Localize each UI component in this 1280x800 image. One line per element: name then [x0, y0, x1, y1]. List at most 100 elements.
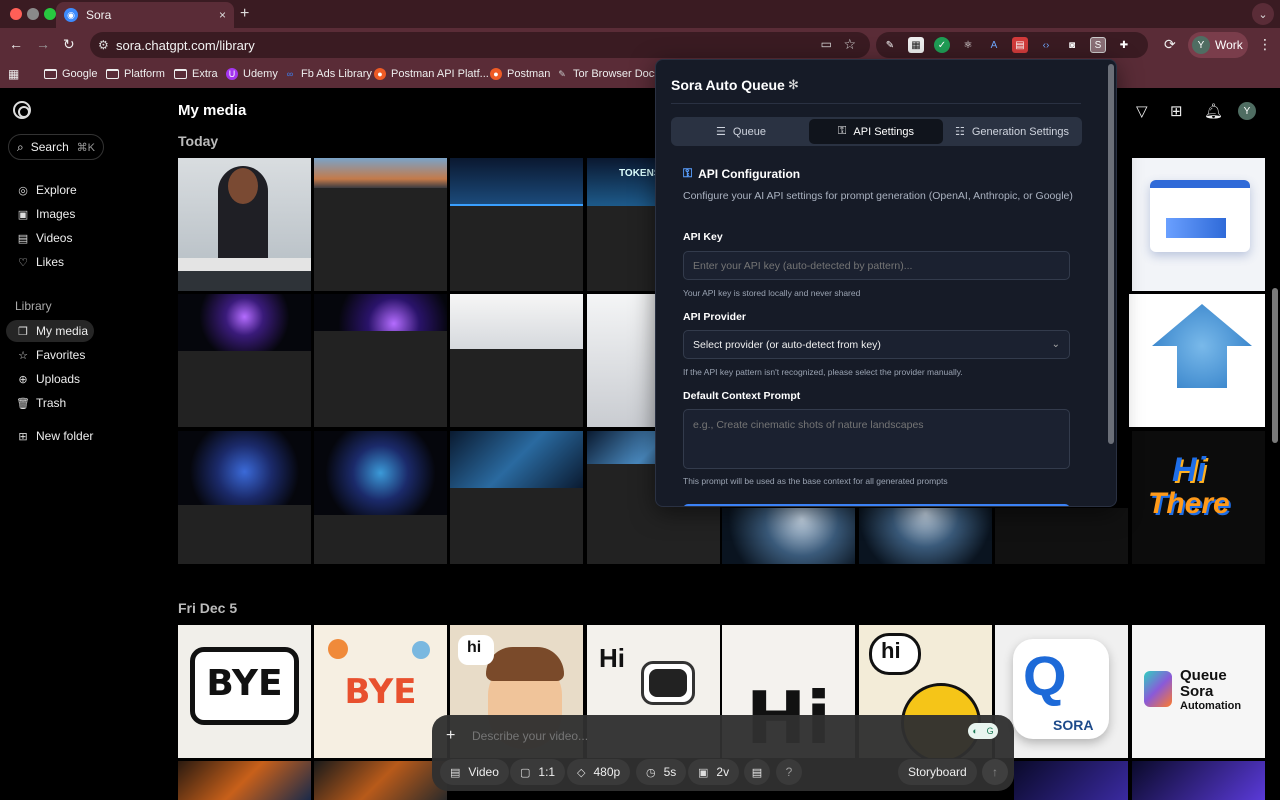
- save-settings-button[interactable]: [683, 504, 1070, 506]
- browser-tab-sora[interactable]: ◉ Sora ×: [56, 2, 234, 28]
- tab-close-icon[interactable]: ×: [219, 8, 226, 22]
- apps-grid-icon[interactable]: ▦: [8, 67, 19, 81]
- media-tile-bye-floral[interactable]: BYE: [314, 625, 447, 758]
- sidebar-item-likes[interactable]: ♡ Likes: [6, 251, 94, 273]
- close-window-button[interactable]: [10, 8, 22, 20]
- code-extension-icon[interactable]: ‹›: [1038, 37, 1054, 53]
- media-tile-blue-swirl[interactable]: [995, 508, 1128, 564]
- media-tile-hidden-a[interactable]: [1129, 294, 1132, 427]
- media-tile-q-sora[interactable]: Q SORA: [995, 625, 1128, 758]
- sidebar-item-trash[interactable]: 🗑 Trash: [6, 392, 94, 414]
- media-tile-bye[interactable]: BYE: [178, 625, 311, 758]
- new-tab-button[interactable]: +: [240, 5, 249, 23]
- variations-button[interactable]: ▣ 2v: [688, 759, 740, 785]
- media-tile-spikes-1[interactable]: [722, 508, 855, 564]
- media-tile-businesswoman[interactable]: [178, 158, 311, 291]
- tab-generation-settings[interactable]: ☷ Generation Settings: [945, 119, 1079, 144]
- sidebar-item-favorites[interactable]: ☆ Favorites: [6, 344, 94, 366]
- address-bar[interactable]: ⚙ sora.chatgpt.com/library ▭ ☆: [90, 32, 870, 58]
- bookmark-postman[interactable]: ● Postman: [490, 68, 550, 80]
- media-tile-funnel[interactable]: [450, 294, 583, 427]
- media-tile-dashboard[interactable]: [450, 158, 583, 291]
- a-extension-icon[interactable]: A: [986, 37, 1002, 53]
- media-tile-row5-2[interactable]: [314, 761, 447, 800]
- reload-icon[interactable]: ↻: [63, 36, 75, 53]
- sidebar-item-images[interactable]: ▣ Images: [6, 203, 94, 225]
- tab-search-chevron-icon[interactable]: ⌄: [1252, 3, 1274, 25]
- react-extension-icon[interactable]: ⚛: [960, 37, 976, 53]
- list-icon: ☰: [716, 126, 726, 138]
- bookmark-fb-ads[interactable]: ∞ Fb Ads Library: [284, 68, 372, 80]
- media-tile-mountains[interactable]: [314, 158, 447, 291]
- storyboard-button[interactable]: Storyboard: [898, 759, 977, 785]
- filter-icon[interactable]: ▽: [1136, 102, 1148, 120]
- help-button[interactable]: ?: [776, 759, 802, 785]
- grid-view-icon[interactable]: ⊞: [1170, 102, 1183, 120]
- tab-api-settings[interactable]: ⚿ API Settings: [809, 119, 943, 144]
- bookmark-google[interactable]: Google: [44, 68, 97, 80]
- media-tile-row5-3[interactable]: [1014, 761, 1128, 800]
- media-tile-arrow[interactable]: [1132, 294, 1265, 427]
- user-avatar[interactable]: Y: [1238, 102, 1256, 120]
- type-video-button[interactable]: ▤ Video: [440, 759, 509, 785]
- media-tile-sphere-1[interactable]: [178, 431, 311, 564]
- bookmark-platform[interactable]: Platform: [106, 68, 165, 80]
- prompt-input[interactable]: [472, 729, 872, 743]
- media-tile-orbit-1[interactable]: [178, 294, 311, 427]
- media-tile-hi-there[interactable]: Hi There: [1132, 431, 1265, 564]
- site-settings-icon[interactable]: ⚙: [98, 38, 109, 52]
- sidebar-item-explore[interactable]: ◎ Explore: [6, 179, 94, 201]
- add-attachment-icon[interactable]: +: [446, 727, 455, 745]
- page-scrollbar[interactable]: [1272, 288, 1278, 443]
- gear-icon[interactable]: ✻: [788, 77, 799, 93]
- forward-arrow-icon[interactable]: →: [36, 36, 50, 52]
- media-tile-row5-4[interactable]: [1132, 761, 1265, 800]
- media-tile-queue-sora-automation[interactable]: Queue Sora Automation: [1132, 625, 1265, 758]
- grammarly-icon[interactable]: ◐ G: [968, 723, 998, 739]
- media-tile-orbit-2[interactable]: [314, 294, 447, 427]
- media-tile-data-cubes[interactable]: [450, 431, 583, 564]
- search-button[interactable]: ⌕ Search ⌘K: [8, 134, 104, 160]
- bookmark-star-icon[interactable]: ☆: [843, 36, 856, 53]
- sora-queue-extension-icon[interactable]: S: [1090, 37, 1106, 53]
- thumb-dashboard-cards: [1150, 180, 1250, 252]
- grid-extension-icon[interactable]: ▦: [908, 37, 924, 53]
- bookmark-postman-api[interactable]: ● Postman API Platf...: [374, 68, 489, 80]
- api-key-input[interactable]: [683, 251, 1070, 280]
- puzzle-extensions-icon[interactable]: ✚: [1116, 37, 1132, 53]
- context-prompt-textarea[interactable]: [683, 409, 1070, 469]
- cast-icon[interactable]: ▭: [821, 37, 832, 51]
- panel-scrollbar[interactable]: [1108, 64, 1114, 444]
- browser-menu-icon[interactable]: ⋮: [1258, 36, 1272, 53]
- sidebar-item-videos[interactable]: ▤ Videos: [6, 227, 94, 249]
- media-tile-ai-navigator[interactable]: [1132, 158, 1265, 291]
- bookmark-extra[interactable]: Extra: [174, 68, 218, 80]
- camera-extension-icon[interactable]: ◙: [1064, 37, 1080, 53]
- profile-button[interactable]: Y Work: [1188, 32, 1248, 58]
- media-tile-spikes-2[interactable]: [859, 508, 992, 564]
- bell-icon[interactable]: 🔔︎: [1204, 102, 1223, 120]
- red-extension-icon[interactable]: ▤: [1012, 37, 1028, 53]
- pen-extension-icon[interactable]: ✎: [882, 37, 898, 53]
- duration-button[interactable]: ◷ 5s: [636, 759, 687, 785]
- media-tile-sphere-2[interactable]: [314, 431, 447, 564]
- green-extension-icon[interactable]: ✓: [934, 37, 950, 53]
- bookmark-udemy[interactable]: U Udemy: [226, 68, 278, 80]
- presets-button[interactable]: ▤: [744, 759, 770, 785]
- resolution-button[interactable]: ◇ 480p: [567, 759, 631, 785]
- bookmark-tor-docs[interactable]: ✎ Tor Browser Docs: [556, 68, 660, 80]
- sync-icon[interactable]: ⟳: [1164, 36, 1176, 53]
- sidebar-item-uploads[interactable]: ⊕ Uploads: [6, 368, 94, 390]
- media-tile-row5-1[interactable]: [178, 761, 311, 800]
- submit-button[interactable]: ↑: [982, 759, 1008, 785]
- sidebar-item-my-media[interactable]: ❐ My media: [6, 320, 94, 342]
- tab-queue[interactable]: ☰ Queue: [675, 119, 807, 144]
- sidebar-item-new-folder[interactable]: ⊞ New folder: [6, 425, 94, 447]
- back-arrow-icon[interactable]: ←: [9, 36, 23, 52]
- minimize-window-button[interactable]: [27, 8, 39, 20]
- maximize-window-button[interactable]: [44, 8, 56, 20]
- api-provider-select[interactable]: Select provider (or auto-detect from key…: [683, 330, 1070, 359]
- openai-logo-icon[interactable]: [13, 101, 31, 119]
- aspect-ratio-button[interactable]: ▢ 1:1: [510, 759, 566, 785]
- square-icon: ▢: [520, 766, 531, 779]
